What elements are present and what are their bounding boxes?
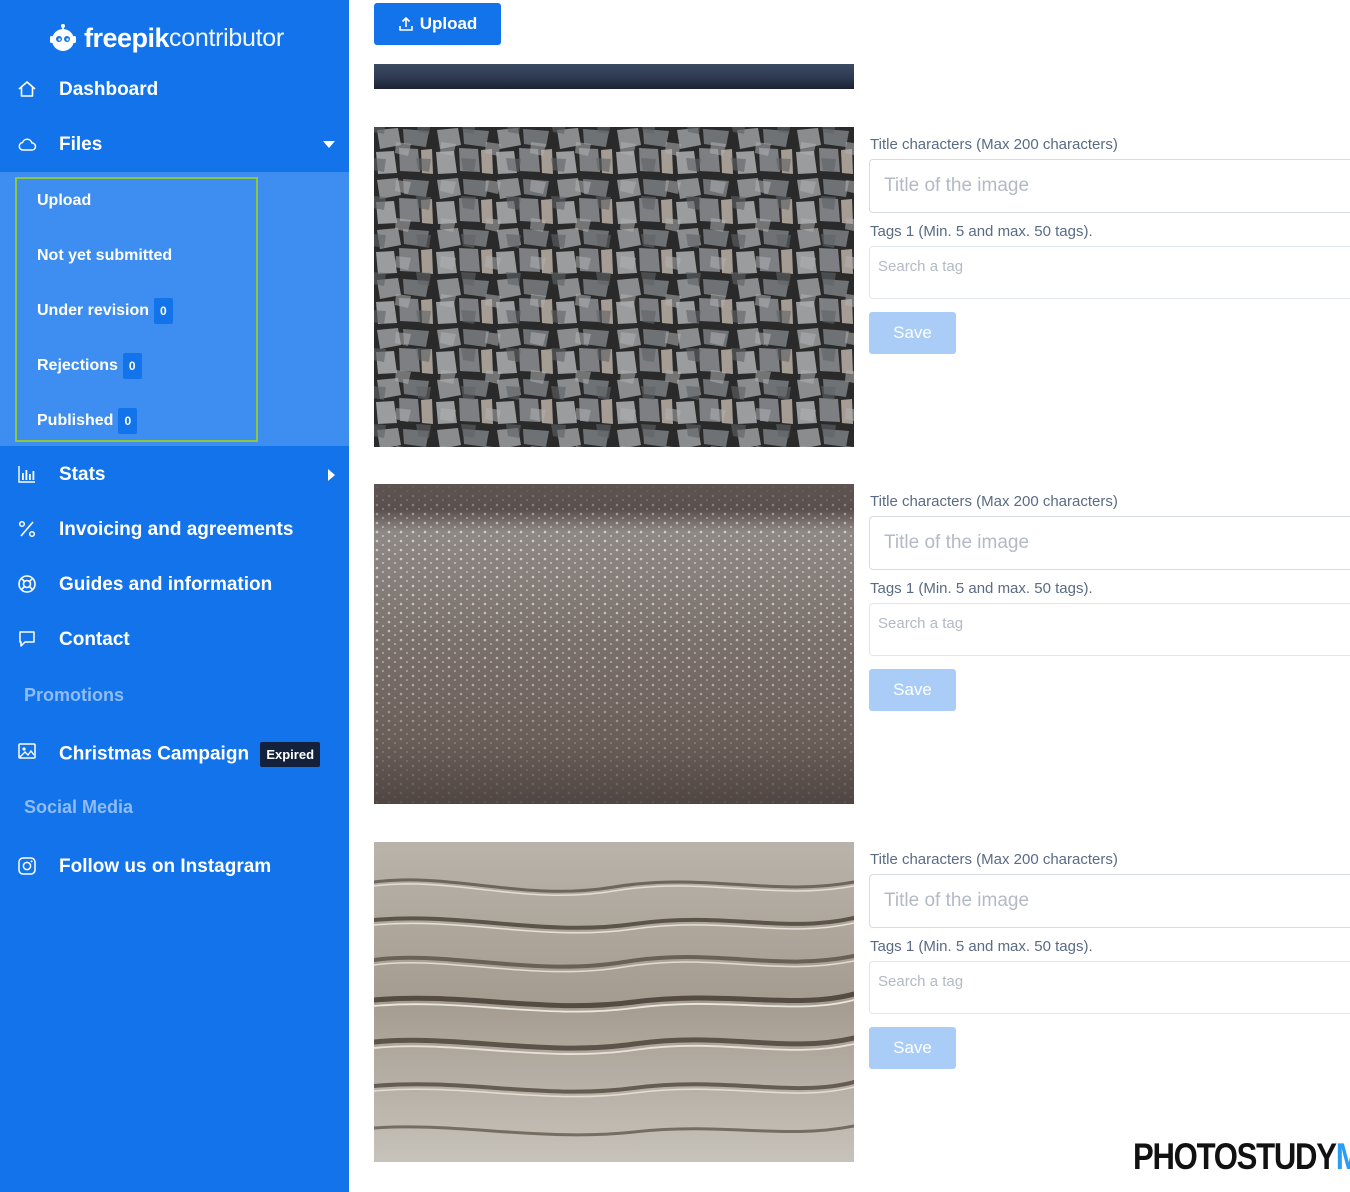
tags-field-label: Tags 1 (Min. 5 and max. 50 tags). xyxy=(870,223,1093,240)
submenu-label: Under revision xyxy=(37,302,150,319)
nav-label: Contact xyxy=(59,629,130,650)
watermark-part-a: PHOTOSTUDY xyxy=(1133,1136,1337,1177)
save-button-label: Save xyxy=(893,680,932,699)
save-button[interactable]: Save xyxy=(869,669,956,711)
expired-badge: Expired xyxy=(260,742,321,767)
nav-label: Invoicing and agreements xyxy=(59,519,294,540)
submenu-item-under-revision[interactable]: Under revision 0 xyxy=(37,296,173,326)
title-field-label: Title characters (Max 200 characters) xyxy=(870,851,1118,868)
save-button[interactable]: Save xyxy=(869,312,956,354)
stone-wall-image xyxy=(374,127,854,447)
nav-label: Christmas Campaign Expired xyxy=(59,742,321,767)
nav-item-files[interactable]: Files xyxy=(0,118,349,173)
brand-name-light: contributor xyxy=(169,23,284,52)
nav-item-invoicing[interactable]: Invoicing and agreements xyxy=(0,503,349,558)
nav-label: Stats xyxy=(59,464,106,485)
save-button[interactable]: Save xyxy=(869,1027,956,1069)
nav-item-contact[interactable]: Contact xyxy=(0,613,349,668)
count-badge: 0 xyxy=(154,298,173,324)
image-icon xyxy=(18,743,36,759)
nav-label: Dashboard xyxy=(59,79,159,100)
title-field-label: Title characters (Max 200 characters) xyxy=(870,136,1118,153)
image-thumbnail-stone-wall[interactable] xyxy=(374,127,854,447)
watermark-part-b: ME xyxy=(1336,1136,1350,1177)
nav-item-dashboard[interactable]: Dashboard xyxy=(0,63,349,118)
submenu-item-published[interactable]: Published 0 xyxy=(37,406,138,436)
home-icon xyxy=(18,81,36,97)
title-field-label: Title characters (Max 200 characters) xyxy=(870,493,1118,510)
instagram-icon xyxy=(18,857,36,875)
submenu-label: Published xyxy=(37,412,114,429)
submenu-label: Rejections xyxy=(37,357,118,374)
submenu-label: Upload xyxy=(37,192,92,209)
cloud-icon xyxy=(18,138,37,151)
social-media-heading: Social Media xyxy=(24,797,134,817)
save-button-label: Save xyxy=(893,1038,932,1057)
nav-item-instagram[interactable]: Follow us on Instagram xyxy=(0,840,349,895)
campaign-label: Christmas Campaign xyxy=(59,743,250,765)
files-submenu: Upload Not yet submitted Under revision … xyxy=(0,172,349,446)
percent-icon xyxy=(18,520,36,538)
submenu-item-rejections[interactable]: Rejections 0 xyxy=(37,351,142,381)
robot-logo-icon xyxy=(50,24,76,51)
nav-item-stats[interactable]: Stats xyxy=(0,448,349,503)
save-button-label: Save xyxy=(893,323,932,342)
submenu-item-not-yet-submitted[interactable]: Not yet submitted xyxy=(37,241,172,271)
brand-logo[interactable]: freepik contributor xyxy=(48,20,284,56)
lifebuoy-icon xyxy=(18,575,36,593)
count-badge: 0 xyxy=(118,408,138,434)
chat-icon xyxy=(19,631,35,647)
image-thumbnail-water-droplets[interactable] xyxy=(374,484,854,804)
title-input[interactable] xyxy=(869,159,1350,213)
sidebar: freepik contributor Dashboard Files Uplo… xyxy=(0,0,349,1192)
chevron-right-icon xyxy=(328,469,335,481)
photostudyme-watermark: PHOTOSTUDYME xyxy=(1133,1136,1350,1178)
upload-icon xyxy=(398,17,413,31)
water-droplets-image xyxy=(374,484,854,804)
image-thumbnail-sand-ripples[interactable] xyxy=(374,842,854,1162)
sand-ripples-image xyxy=(374,842,854,1162)
brand-name-bold: freepik xyxy=(84,22,170,53)
nav-label: Files xyxy=(59,134,103,155)
promotions-heading: Promotions xyxy=(24,685,125,705)
image-thumbnail-partial xyxy=(374,64,854,89)
upload-button[interactable]: Upload xyxy=(374,3,501,45)
nav-label: Follow us on Instagram xyxy=(59,856,272,877)
submenu-item-upload[interactable]: Upload xyxy=(37,186,91,216)
title-input[interactable] xyxy=(869,516,1350,570)
nav-item-guides[interactable]: Guides and information xyxy=(0,558,349,613)
count-badge: 0 xyxy=(122,353,142,379)
tag-search-input[interactable] xyxy=(869,961,1350,1014)
submenu-label: Not yet submitted xyxy=(37,247,173,264)
bar-chart-icon xyxy=(18,466,35,483)
tag-search-input[interactable] xyxy=(869,246,1350,299)
chevron-down-icon xyxy=(323,141,335,148)
upload-button-label: Upload xyxy=(419,14,478,33)
tag-search-input[interactable] xyxy=(869,603,1350,656)
title-input[interactable] xyxy=(869,874,1350,928)
tags-field-label: Tags 1 (Min. 5 and max. 50 tags). xyxy=(870,938,1093,955)
nav-item-christmas-campaign[interactable]: Christmas Campaign Expired xyxy=(0,725,349,780)
tags-field-label: Tags 1 (Min. 5 and max. 50 tags). xyxy=(870,580,1093,597)
nav-label: Guides and information xyxy=(59,574,273,595)
